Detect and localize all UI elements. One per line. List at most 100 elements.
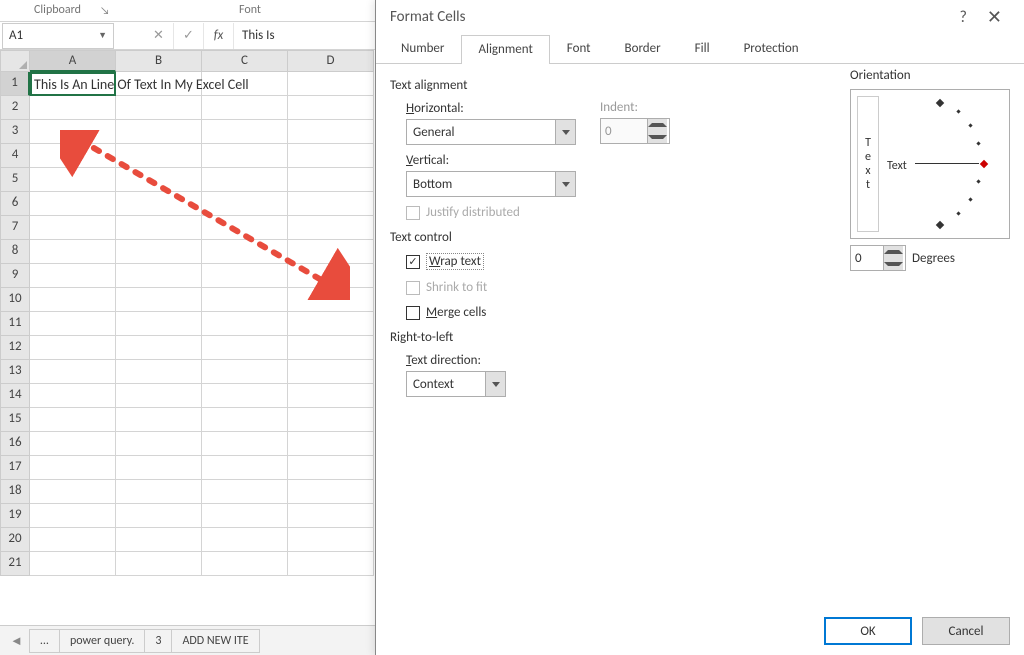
cell[interactable] [288, 528, 374, 552]
cell[interactable] [202, 312, 288, 336]
tab-protection[interactable]: Protection [727, 34, 816, 63]
degrees-spinner[interactable] [850, 245, 906, 271]
dialog-close-button[interactable]: ✕ [979, 6, 1010, 28]
cell[interactable] [202, 168, 288, 192]
horizontal-combo[interactable]: General [406, 119, 576, 145]
cell[interactable] [30, 504, 116, 528]
cell[interactable] [288, 312, 374, 336]
cell[interactable] [288, 432, 374, 456]
row-header[interactable]: 9 [0, 264, 30, 288]
row-header[interactable]: 3 [0, 120, 30, 144]
cell[interactable] [202, 216, 288, 240]
row-header[interactable]: 7 [0, 216, 30, 240]
row-header[interactable]: 20 [0, 528, 30, 552]
cell[interactable] [116, 456, 202, 480]
cell[interactable] [30, 528, 116, 552]
cell[interactable] [288, 168, 374, 192]
tab-fill[interactable]: Fill [678, 34, 727, 63]
cell[interactable] [30, 216, 116, 240]
cell[interactable] [288, 72, 374, 96]
cell[interactable] [202, 360, 288, 384]
formula-enter-button[interactable]: ✓ [174, 23, 204, 49]
cell[interactable] [116, 288, 202, 312]
cell[interactable] [202, 456, 288, 480]
cell[interactable] [202, 144, 288, 168]
cell[interactable] [116, 432, 202, 456]
cell[interactable] [202, 528, 288, 552]
vertical-combo-caret-icon[interactable] [555, 172, 575, 196]
cell[interactable] [288, 216, 374, 240]
tab-border[interactable]: Border [608, 34, 678, 63]
cell[interactable] [30, 192, 116, 216]
cell[interactable] [116, 120, 202, 144]
column-header-c[interactable]: C [202, 50, 288, 72]
row-header[interactable]: 18 [0, 480, 30, 504]
worksheet-grid[interactable]: A B C D 1This Is An Line Of Text In My E… [0, 50, 375, 620]
sheet-tab-3[interactable]: 3 [144, 629, 172, 653]
sheet-tab-powerquery[interactable]: power query. [59, 629, 145, 653]
cell[interactable] [30, 96, 116, 120]
indent-down-icon[interactable] [648, 131, 667, 143]
cell[interactable] [202, 264, 288, 288]
cell[interactable] [288, 480, 374, 504]
cell[interactable] [288, 456, 374, 480]
degrees-up-icon[interactable] [884, 246, 903, 258]
row-header[interactable]: 14 [0, 384, 30, 408]
tab-number[interactable]: Number [384, 34, 461, 63]
vertical-combo[interactable]: Bottom [406, 171, 576, 197]
cell[interactable] [288, 120, 374, 144]
cell[interactable] [288, 408, 374, 432]
cell[interactable] [202, 240, 288, 264]
cell[interactable] [116, 480, 202, 504]
select-all-cell[interactable] [0, 50, 30, 72]
cell[interactable] [30, 408, 116, 432]
horizontal-combo-caret-icon[interactable] [555, 120, 575, 144]
row-header[interactable]: 1 [0, 72, 30, 96]
row-header[interactable]: 6 [0, 192, 30, 216]
cell[interactable] [116, 168, 202, 192]
row-header[interactable]: 15 [0, 408, 30, 432]
cell[interactable] [116, 96, 202, 120]
row-header[interactable]: 5 [0, 168, 30, 192]
sheet-tab-addnew[interactable]: ADD NEW ITE [171, 629, 259, 653]
name-box[interactable]: A1 ▼ [2, 23, 114, 49]
ok-button[interactable]: OK [824, 617, 912, 645]
row-header[interactable]: 19 [0, 504, 30, 528]
wrap-text-checkbox[interactable]: ✓ [406, 255, 420, 269]
column-header-a[interactable]: A [30, 50, 116, 72]
cell[interactable] [116, 552, 202, 576]
cell[interactable] [30, 288, 116, 312]
cell[interactable] [30, 240, 116, 264]
cell[interactable] [202, 120, 288, 144]
cell[interactable] [288, 552, 374, 576]
degrees-input[interactable] [851, 246, 883, 270]
text-direction-caret-icon[interactable] [485, 372, 505, 396]
indent-spinner[interactable] [600, 118, 670, 144]
name-box-caret-icon[interactable]: ▼ [98, 30, 107, 41]
cell[interactable] [288, 96, 374, 120]
cell[interactable] [116, 528, 202, 552]
row-header[interactable]: 8 [0, 240, 30, 264]
cell[interactable] [202, 384, 288, 408]
cell[interactable] [202, 480, 288, 504]
cell[interactable] [30, 552, 116, 576]
row-header[interactable]: 4 [0, 144, 30, 168]
row-header[interactable]: 21 [0, 552, 30, 576]
orientation-box[interactable]: Text Text [850, 89, 1010, 239]
cell[interactable] [30, 456, 116, 480]
cell[interactable] [288, 192, 374, 216]
dialog-help-button[interactable]: ? [947, 8, 978, 27]
row-header[interactable]: 2 [0, 96, 30, 120]
cell[interactable] [30, 264, 116, 288]
text-direction-combo[interactable]: Context [406, 371, 506, 397]
row-header[interactable]: 16 [0, 432, 30, 456]
insert-function-button[interactable]: fx [204, 23, 234, 49]
clipboard-launcher-icon[interactable]: ↘ [100, 4, 110, 17]
cell[interactable] [288, 240, 374, 264]
cell[interactable] [116, 504, 202, 528]
cell[interactable] [30, 168, 116, 192]
cell[interactable] [288, 360, 374, 384]
cell[interactable] [202, 336, 288, 360]
cell[interactable] [288, 288, 374, 312]
merge-cells-checkbox[interactable] [406, 306, 420, 320]
